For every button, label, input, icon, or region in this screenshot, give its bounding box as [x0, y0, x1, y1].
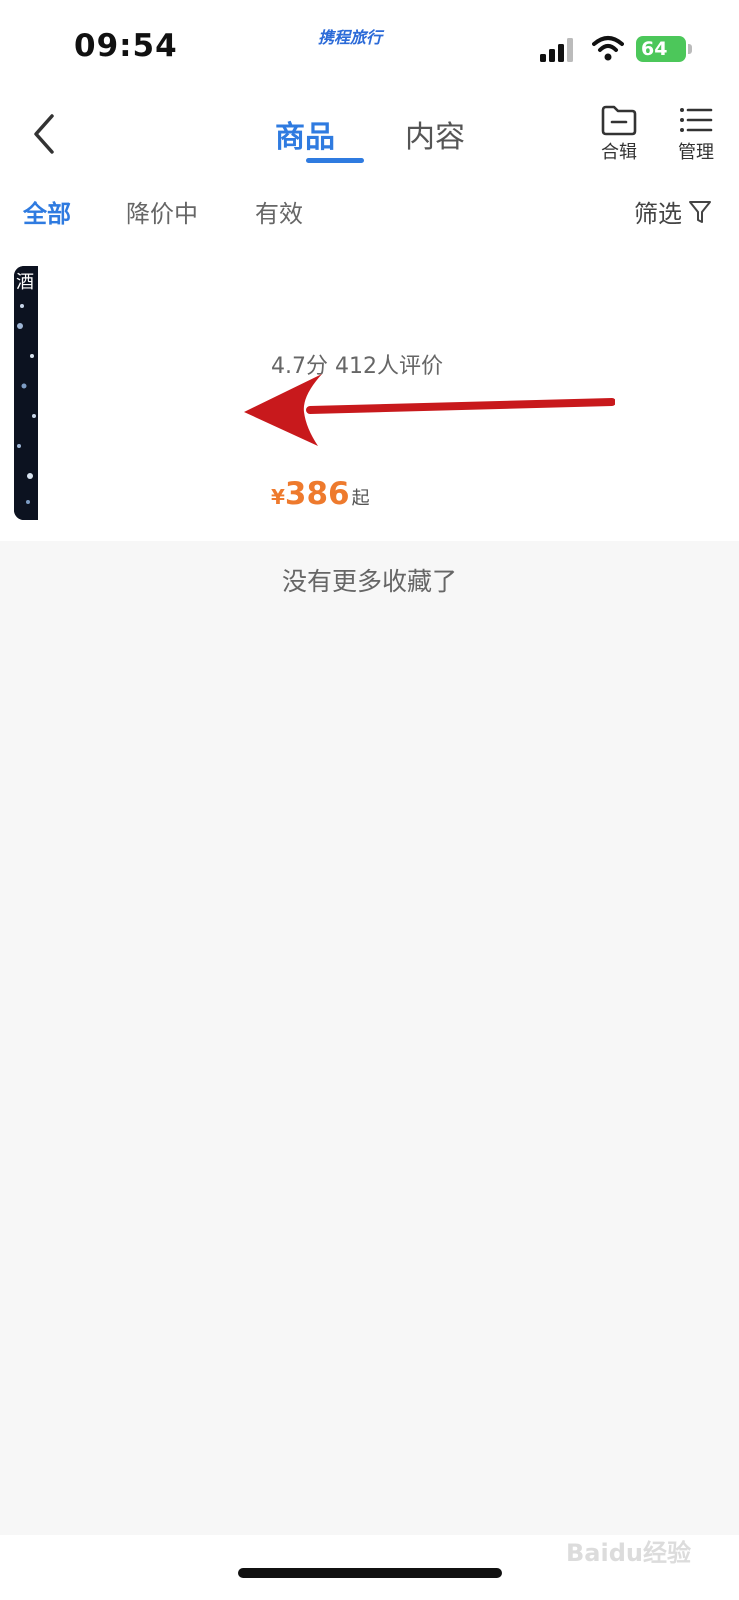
hotel-thumbnail: 酒 — [14, 266, 38, 520]
watermark: Baidu经验 — [566, 1539, 691, 1567]
item-price: ¥ 386 起 — [271, 476, 370, 512]
filter-valid[interactable]: 有效 — [255, 194, 303, 229]
manage-label: 管理 — [678, 142, 714, 163]
filter-price-drop[interactable]: 降价中 — [126, 194, 198, 229]
cellular-signal-icon — [540, 38, 573, 62]
favorites-page: 09:54 携程旅行 64 商品 内容 合辑 管理 全部 降价中 有效 筛选 酒… — [0, 0, 739, 1600]
funnel-icon — [689, 200, 711, 223]
filter-bar: 全部 降价中 有效 筛选 — [0, 178, 739, 254]
annotation-arrow — [244, 374, 615, 446]
battery-cap-icon — [688, 44, 692, 54]
status-bar: 09:54 携程旅行 64 — [0, 0, 739, 92]
price-value: 386 — [284, 476, 350, 512]
screen-label: 筛选 — [634, 200, 682, 228]
tab-goods[interactable]: 商品 — [275, 112, 335, 156]
collection-label: 合辑 — [601, 142, 637, 163]
thumbnail-label: 酒 — [16, 272, 34, 293]
folder-icon — [601, 105, 637, 136]
home-indicator[interactable] — [238, 1568, 502, 1578]
tab-content[interactable]: 内容 — [405, 112, 465, 156]
filter-all[interactable]: 全部 — [23, 194, 71, 229]
battery-level: 64 — [636, 36, 686, 62]
brand-logo: 携程旅行 — [318, 28, 383, 47]
no-more-text: 没有更多收藏了 — [281, 567, 457, 596]
back-arrow-icon[interactable] — [28, 112, 62, 156]
price-currency: ¥ — [271, 485, 285, 509]
active-tab-indicator — [306, 158, 364, 163]
manage-button[interactable]: 管理 — [666, 104, 726, 164]
status-time: 09:54 — [74, 28, 178, 64]
top-navigation: 商品 内容 合辑 管理 — [0, 92, 739, 178]
thumbnail-image — [14, 266, 38, 520]
screen-button[interactable]: 筛选 — [634, 194, 712, 229]
collection-button[interactable]: 合辑 — [589, 104, 649, 164]
list-icon — [680, 108, 713, 132]
price-suffix: 起 — [351, 488, 370, 509]
wifi-icon — [592, 36, 624, 61]
